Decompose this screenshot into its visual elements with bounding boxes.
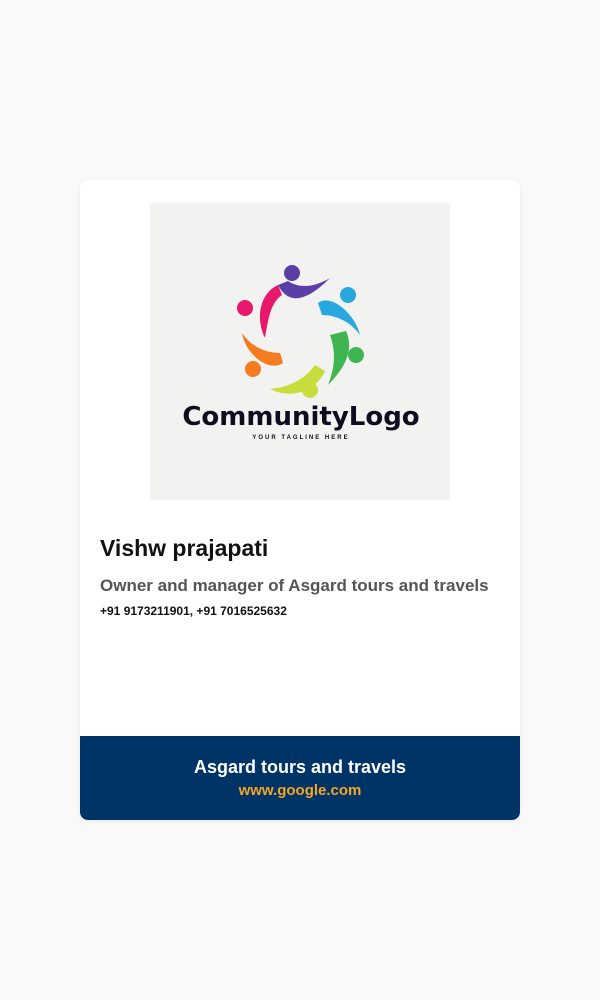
community-people-circle-icon (237, 265, 364, 398)
profile-role: Owner and manager of Asgard tours and tr… (100, 576, 489, 595)
profile-name: Vishw prajapati (100, 535, 269, 561)
company-logo: CommunityLogo YOUR TAGLINE HERE (150, 203, 450, 500)
logo-wordmark: CommunityLogo (182, 402, 419, 432)
card-footer: Asgard tours and travels www.google.com (80, 736, 520, 820)
business-card: CommunityLogo YOUR TAGLINE HERE Vishw pr… (80, 180, 520, 820)
profile-info: Vishw prajapati Owner and manager of Asg… (100, 534, 500, 619)
website-link[interactable]: www.google.com (239, 781, 362, 800)
logo-tagline: YOUR TAGLINE HERE (252, 435, 349, 441)
profile-phone: +91 9173211901, +91 7016525632 (100, 604, 287, 618)
company-name: Asgard tours and travels (193, 757, 407, 777)
